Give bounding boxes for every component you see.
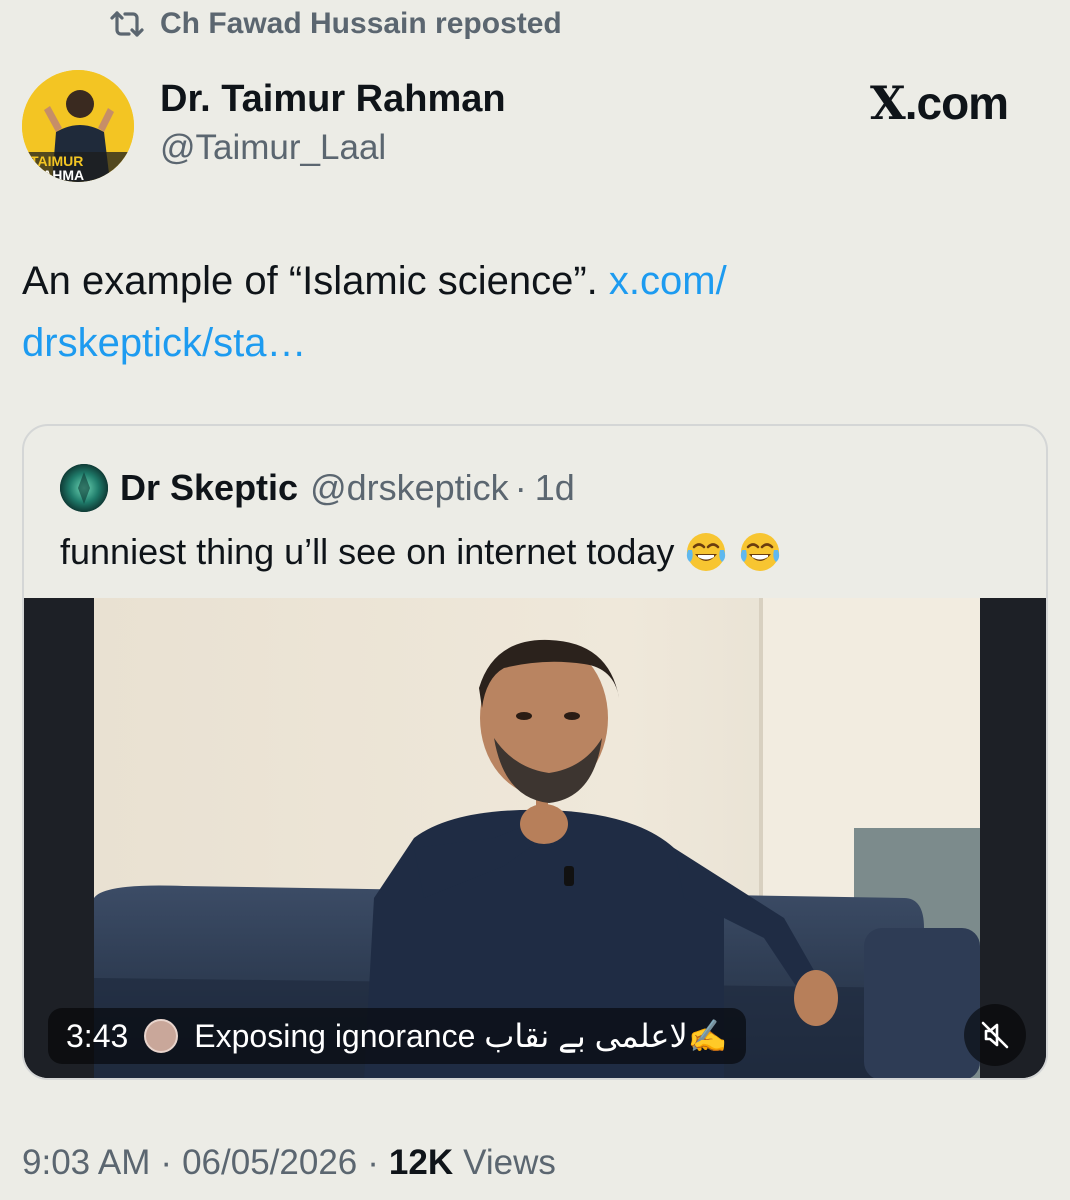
repost-text: Ch Fawad Hussain reposted xyxy=(160,7,562,40)
author-name[interactable]: Dr. Taimur Rahman xyxy=(160,78,506,121)
separator-dot: · xyxy=(514,467,527,508)
tweet-page: Ch Fawad Hussain reposted TAIMUR RAHMA D… xyxy=(0,0,1070,1200)
views-label: Views xyxy=(463,1143,556,1182)
tweet-body: An example of “Islamic science”. x.com/d… xyxy=(22,250,1042,374)
repost-indicator[interactable]: Ch Fawad Hussain reposted xyxy=(108,4,562,44)
quoted-tweet-body: funniest thing u’ll see on internet toda… xyxy=(60,531,675,572)
repost-icon xyxy=(110,11,144,37)
video-player[interactable]: 3:43 Exposing ignorance لاعلمی بے نقاب✍️ xyxy=(24,598,1046,1078)
author-avatar[interactable]: TAIMUR RAHMA xyxy=(22,70,134,182)
face-with-tears-of-joy-icon xyxy=(738,530,782,574)
separator-dot: · xyxy=(367,1143,379,1182)
quoted-tweet-header: Dr Skeptic @drskeptick · 1d xyxy=(120,466,575,510)
quoted-author-handle[interactable]: @drskeptick xyxy=(310,467,509,509)
quoted-author-name[interactable]: Dr Skeptic xyxy=(120,467,298,509)
author-handle[interactable]: @Taimur_Laal xyxy=(160,128,386,168)
views-count[interactable]: 12K xyxy=(389,1143,453,1183)
x-logo-letter: X xyxy=(870,76,906,130)
tweet-date[interactable]: 06/05/2026 xyxy=(182,1143,357,1183)
video-caption: Exposing ignorance لاعلمی بے نقاب✍️ xyxy=(194,1018,728,1054)
separator-dot: · xyxy=(160,1143,173,1182)
quoted-tweet-text: funniest thing u’ll see on internet toda… xyxy=(60,530,782,574)
tweet-text: An example of “Islamic science”. xyxy=(22,259,598,303)
svg-text:RAHMA: RAHMA xyxy=(32,167,84,182)
mute-icon xyxy=(981,1021,1009,1049)
x-logo-domain: .com xyxy=(904,77,1009,129)
quoted-tweet-card[interactable]: Dr Skeptic @drskeptick · 1d funniest thi… xyxy=(22,424,1048,1080)
quoted-tweet-time[interactable]: 1d xyxy=(535,467,575,509)
video-info-pill: 3:43 Exposing ignorance لاعلمی بے نقاب✍️ xyxy=(48,1008,746,1064)
channel-avatar xyxy=(144,1019,179,1053)
x-logo: X.com xyxy=(870,76,1009,130)
video-duration: 3:43 xyxy=(66,1017,129,1054)
tweet-time[interactable]: 9:03 AM xyxy=(22,1143,150,1183)
face-with-tears-of-joy-icon xyxy=(684,530,728,574)
tweet-metadata: 9:03 AM · 06/05/2026 · 12K Views xyxy=(22,1140,556,1186)
mute-button[interactable] xyxy=(964,1004,1026,1066)
quoted-author-avatar[interactable] xyxy=(60,464,108,512)
